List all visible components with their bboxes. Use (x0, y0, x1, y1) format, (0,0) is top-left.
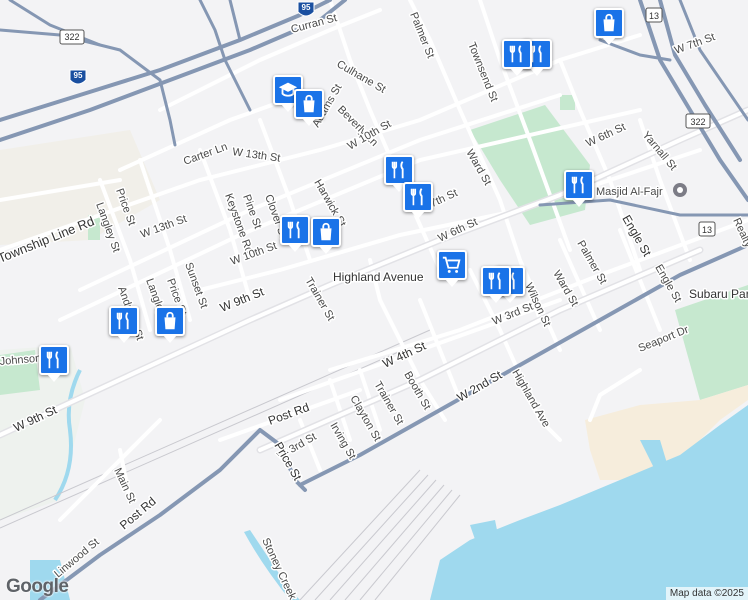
route-322-shield-number-a: 322 (64, 32, 79, 42)
google-logo[interactable]: Google (6, 576, 69, 598)
shopping-bag-icon (603, 13, 615, 32)
label-highland-avenue: Highland Avenue (333, 270, 424, 284)
fork-knife-icon (410, 188, 423, 206)
poi-restaurant-9[interactable] (109, 306, 139, 343)
map-data-credit[interactable]: Map data ©2025 (665, 587, 748, 600)
shopping-cart-icon (442, 256, 461, 273)
poi-grocery-1[interactable] (437, 250, 467, 287)
interstate-95-shield-number: 95 (302, 3, 311, 12)
fork-knife-icon (46, 351, 59, 369)
interstate-95-shield-b: 95 (69, 69, 87, 85)
poi-restaurant-6[interactable] (280, 215, 310, 252)
fork-knife-icon (116, 312, 129, 330)
us-13-shield-a: 13 (645, 7, 663, 23)
route-322-shield-b: 322 (685, 113, 711, 129)
interstate-95-shield-number-b: 95 (74, 71, 83, 80)
fork-knife-icon (391, 161, 404, 179)
poi-shopping-bag-4[interactable] (155, 306, 185, 343)
map-canvas[interactable]: 95 322 95 13 322 13 Curran St Palmer St (0, 0, 748, 600)
shopping-bag-icon (320, 222, 332, 241)
poi-shopping-bag-3[interactable] (311, 217, 341, 254)
poi-restaurant-8[interactable] (481, 266, 511, 303)
poi-restaurant-2[interactable] (502, 39, 532, 76)
fork-knife-icon (571, 176, 584, 194)
us-13-shield-number-b: 13 (702, 225, 712, 235)
us-13-shield-number-a: 13 (649, 11, 659, 21)
poi-restaurant-5[interactable] (564, 170, 594, 207)
interstate-95-shield: 95 (297, 1, 315, 17)
place-of-worship-icon[interactable] (673, 183, 687, 197)
poi-shopping-bag-1[interactable] (594, 8, 624, 45)
fork-knife-icon (287, 221, 300, 239)
fork-knife-icon (488, 272, 501, 290)
us-13-shield-b: 13 (698, 221, 716, 237)
poi-shopping-bag-2[interactable] (294, 89, 324, 126)
route-322-shield-number-b: 322 (690, 117, 705, 127)
poi-restaurant-10[interactable] (39, 345, 69, 382)
label-masjid: Masjid Al-Fajr (596, 186, 663, 198)
poi-restaurant-4[interactable] (403, 182, 433, 219)
route-322-shield: 322 (59, 29, 85, 45)
shopping-bag-icon (164, 311, 176, 330)
shopping-bag-icon (303, 94, 315, 113)
fork-knife-icon (509, 45, 522, 63)
poi-restaurant-3[interactable] (384, 155, 414, 192)
label-subaru-park: Subaru Park (689, 287, 748, 301)
